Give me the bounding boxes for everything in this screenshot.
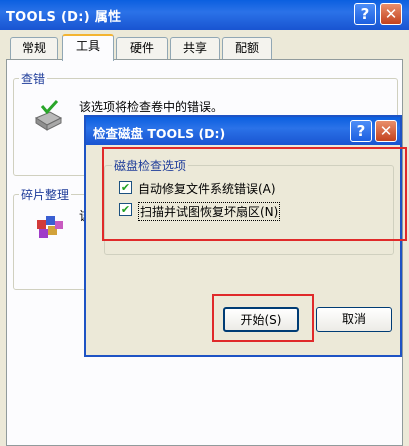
properties-window-title: TOOLS (D:) 属性 — [6, 10, 122, 25]
defrag-icon — [35, 212, 67, 244]
error-check-group-label: 查错 — [19, 70, 48, 87]
start-highlight-box — [212, 294, 314, 342]
check-disk-icon — [33, 99, 63, 134]
tab-quota[interactable]: 配额 — [222, 37, 272, 59]
defrag-group-label: 碎片整理 — [19, 186, 72, 203]
tab-general[interactable]: 常规 — [10, 37, 58, 59]
dialog-help-button[interactable]: ? — [350, 120, 372, 142]
properties-titlebar[interactable]: TOOLS (D:) 属性 ? ✕ — [0, 0, 409, 30]
tab-sharing[interactable]: 共享 — [170, 37, 220, 59]
dialog-title: 检查磁盘 TOOLS (D:) — [93, 126, 226, 141]
tab-hardware[interactable]: 硬件 — [116, 37, 168, 59]
tab-tools[interactable]: 工具 — [62, 34, 114, 61]
cancel-button[interactable]: 取消 — [316, 307, 392, 332]
help-button[interactable]: ? — [354, 3, 376, 25]
dialog-titlebar[interactable]: 检查磁盘 TOOLS (D:) ? ✕ — [86, 117, 400, 145]
close-button[interactable]: ✕ — [380, 3, 402, 25]
error-check-description: 该选项将检查卷中的错误。 — [79, 100, 224, 114]
dialog-close-button[interactable]: ✕ — [375, 120, 397, 142]
options-highlight-box — [102, 147, 407, 241]
